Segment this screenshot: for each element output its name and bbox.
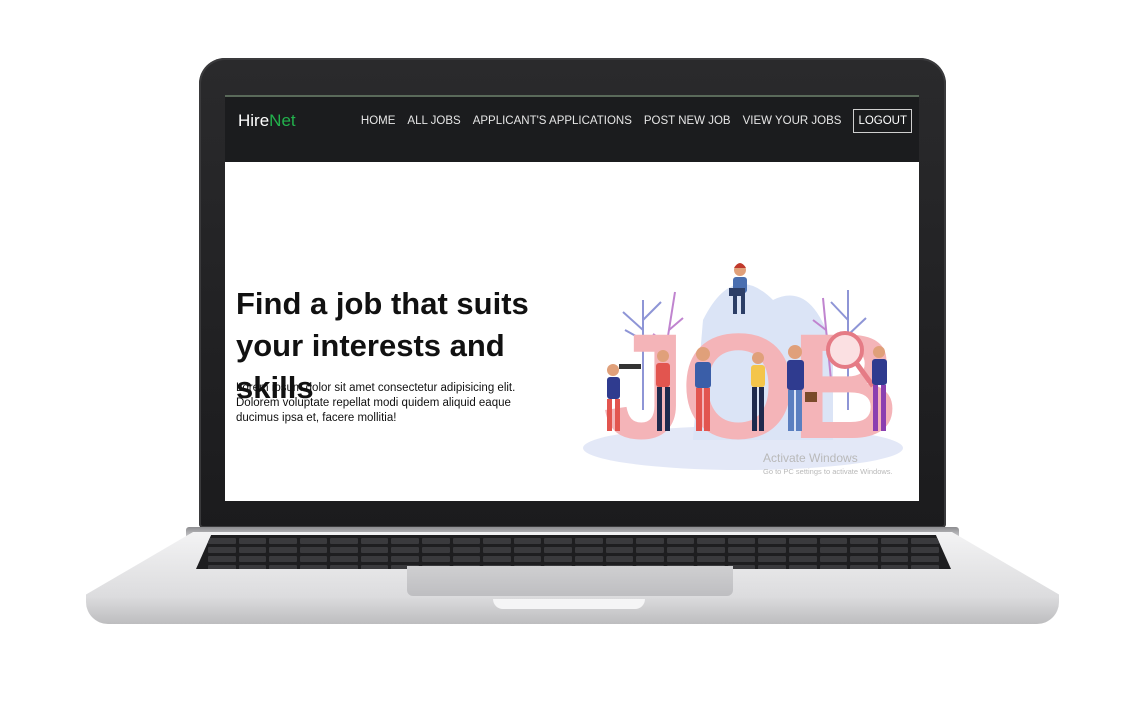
activate-windows-watermark: Activate Windows Go to PC settings to ac…: [763, 451, 893, 476]
logout-button[interactable]: LOGOUT: [853, 109, 912, 133]
hero-description: Lorem ipsum dolor sit amet consectetur a…: [236, 382, 516, 424]
job-search-illustration: JOB: [583, 263, 903, 470]
nav-item-post-new-job[interactable]: POST NEW JOB: [644, 115, 731, 127]
nav-item-applicants-applications[interactable]: APPLICANT'S APPLICATIONS: [473, 115, 632, 127]
watermark-title: Activate Windows: [763, 451, 858, 465]
laptop-screen: HireNet HOME ALL JOBS APPLICANT'S APPLIC…: [225, 95, 919, 501]
nav-item-home[interactable]: HOME: [361, 115, 396, 127]
brand-name-first: Hire: [238, 111, 270, 130]
laptop-front-notch: [493, 599, 645, 609]
brand-logo[interactable]: HireNet: [238, 111, 296, 131]
laptop-keyboard: [196, 535, 951, 569]
nav-menu: HOME ALL JOBS APPLICANT'S APPLICATIONS P…: [361, 109, 912, 133]
hero-title-line-1: Find a job that suits: [236, 286, 529, 321]
nav-item-view-your-jobs[interactable]: VIEW YOUR JOBS: [743, 115, 842, 127]
brand-name-second: Net: [269, 111, 296, 130]
nav-item-all-jobs[interactable]: ALL JOBS: [407, 115, 460, 127]
watermark-subtitle: Go to PC settings to activate Windows.: [763, 467, 893, 476]
laptop-trackpad: [407, 566, 733, 596]
top-navbar: HireNet HOME ALL JOBS APPLICANT'S APPLIC…: [225, 95, 919, 162]
illustration-letters: JOB: [603, 302, 893, 470]
